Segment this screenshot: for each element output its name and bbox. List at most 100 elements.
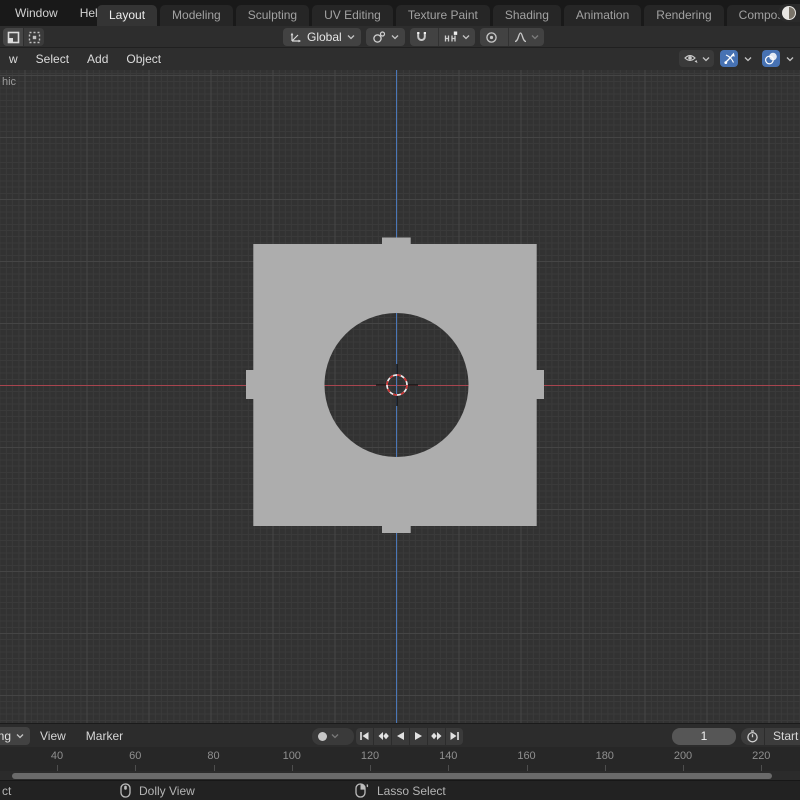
select-lasso-button[interactable]	[24, 28, 44, 46]
proportional-edit-toggle[interactable]	[480, 28, 503, 46]
record-circle-icon	[318, 732, 327, 741]
overlays-icon	[764, 52, 778, 65]
menu-window[interactable]: Window	[4, 3, 69, 23]
tab-animation[interactable]: Animation	[564, 5, 641, 26]
status-hint-lasso: Lasso Select	[355, 783, 446, 798]
chevron-down-icon	[531, 34, 539, 40]
snap-magnet-icon	[415, 31, 428, 44]
select-mode-group	[3, 28, 44, 46]
timeline-editor-dropdown[interactable]: ng	[0, 727, 30, 745]
tab-texture-paint[interactable]: Texture Paint	[396, 5, 490, 26]
workspace-tabs: LayoutModelingSculptingUV EditingTexture…	[97, 5, 800, 26]
select-box-button[interactable]	[3, 28, 23, 46]
scene-icon	[782, 6, 796, 20]
jump-to-next-keyframe-button[interactable]	[428, 728, 445, 745]
gizmos-dropdown[interactable]	[740, 50, 756, 67]
ruler-frame-label: 100	[283, 750, 301, 762]
select-box-icon	[7, 31, 20, 44]
snap-increment-icon	[444, 31, 458, 44]
chevron-down-icon	[702, 56, 710, 62]
ruler-frame-label: 220	[752, 750, 770, 762]
tool-settings-bar: Global	[0, 26, 800, 48]
use-preview-range-toggle[interactable]	[741, 728, 764, 745]
orientation-axes-icon	[289, 31, 302, 43]
mouse-right-icon	[355, 783, 369, 798]
status-left-text: ct	[2, 784, 11, 798]
menu-marker[interactable]: Marker	[76, 726, 133, 746]
pivot-point-dropdown[interactable]	[366, 28, 405, 46]
tab-sculpting[interactable]: Sculpting	[236, 5, 309, 26]
ruler-frame-label: 160	[517, 750, 535, 762]
chevron-down-icon	[786, 56, 794, 62]
menu-view[interactable]: View	[30, 726, 76, 746]
menu-object[interactable]: Object	[117, 49, 170, 69]
show-overlays-toggle[interactable]	[762, 50, 780, 67]
timeline-menus: ViewMarker	[30, 724, 133, 748]
timeline-ruler[interactable]: 406080100120140160180200220	[0, 747, 800, 771]
falloff-curve-icon	[514, 31, 527, 43]
timeline-scrollbar[interactable]	[12, 773, 772, 779]
frame-start-field[interactable]: Start	[765, 728, 800, 745]
menu-w[interactable]: w	[0, 49, 27, 69]
proportional-falloff-dropdown[interactable]	[508, 28, 544, 46]
tab-rendering[interactable]: Rendering	[644, 5, 723, 26]
chevron-down-icon	[16, 733, 24, 739]
ruler-frame-label: 120	[361, 750, 379, 762]
visibility-eye-icon	[683, 52, 699, 65]
jump-to-prev-keyframe-button[interactable]	[374, 728, 391, 745]
status-hint-label: Dolly View	[139, 784, 195, 798]
snap-toggle-button[interactable]	[410, 28, 433, 46]
tab-uv-editing[interactable]: UV Editing	[312, 5, 393, 26]
play-button[interactable]	[410, 728, 427, 745]
viewport-menus: wSelectAddObject	[0, 48, 170, 70]
transform-orientation-dropdown[interactable]: Global	[283, 28, 361, 46]
ruler-frame-label: 60	[129, 750, 141, 762]
scene-browse-button[interactable]	[778, 4, 800, 22]
mouse-middle-icon	[120, 783, 131, 798]
object-visibility-dropdown[interactable]	[679, 50, 714, 67]
status-bar: ct Dolly View Lasso Select	[0, 780, 800, 800]
jump-to-start-button[interactable]	[356, 728, 373, 745]
gizmos-group	[720, 50, 756, 67]
gizmos-icon	[723, 52, 736, 65]
cursor-3d[interactable]	[373, 361, 421, 409]
play-reverse-button[interactable]	[392, 728, 409, 745]
tab-modeling[interactable]: Modeling	[160, 5, 233, 26]
playback-controls	[356, 728, 463, 745]
current-frame-field[interactable]: 1	[672, 728, 736, 745]
stopwatch-icon	[746, 730, 759, 743]
tab-shading[interactable]: Shading	[493, 5, 561, 26]
show-gizmos-toggle[interactable]	[720, 50, 738, 67]
ruler-frame-label: 40	[51, 750, 63, 762]
overlays-dropdown[interactable]	[782, 50, 798, 67]
transform-snap-cluster: Global	[283, 28, 544, 46]
proportional-edit-group	[480, 28, 544, 46]
menu-select[interactable]: Select	[27, 49, 78, 69]
select-lasso-icon	[28, 31, 41, 44]
blender-window: WindowHelp LayoutModelingSculptingUV Edi…	[0, 0, 800, 800]
timeline-scroll-track	[0, 771, 800, 780]
snap-settings-dropdown[interactable]	[438, 28, 475, 46]
viewport-3d[interactable]: hic	[0, 70, 800, 723]
chevron-down-icon	[462, 34, 470, 40]
menu-add[interactable]: Add	[78, 49, 117, 69]
status-hint-dolly: Dolly View	[120, 783, 195, 798]
viewport-header-right	[679, 50, 798, 67]
topbar: WindowHelp LayoutModelingSculptingUV Edi…	[0, 0, 800, 26]
chevron-down-icon	[331, 733, 339, 739]
jump-to-end-button[interactable]	[446, 728, 463, 745]
tab-layout[interactable]: Layout	[97, 5, 157, 26]
chevron-down-icon	[347, 34, 355, 40]
pivot-point-icon	[372, 31, 386, 44]
chevron-down-icon	[391, 34, 399, 40]
chevron-down-icon	[744, 56, 752, 62]
overlays-group	[762, 50, 798, 67]
status-hint-label: Lasso Select	[377, 784, 446, 798]
ruler-frame-label: 180	[596, 750, 614, 762]
ruler-frame-label: 200	[674, 750, 692, 762]
proportional-editing-icon	[485, 31, 498, 44]
auto-keying-button[interactable]	[312, 728, 354, 745]
ruler-frame-label: 140	[439, 750, 457, 762]
viewport-header: wSelectAddObject	[0, 48, 800, 70]
timeline-header: ng ViewMarker	[0, 723, 800, 747]
